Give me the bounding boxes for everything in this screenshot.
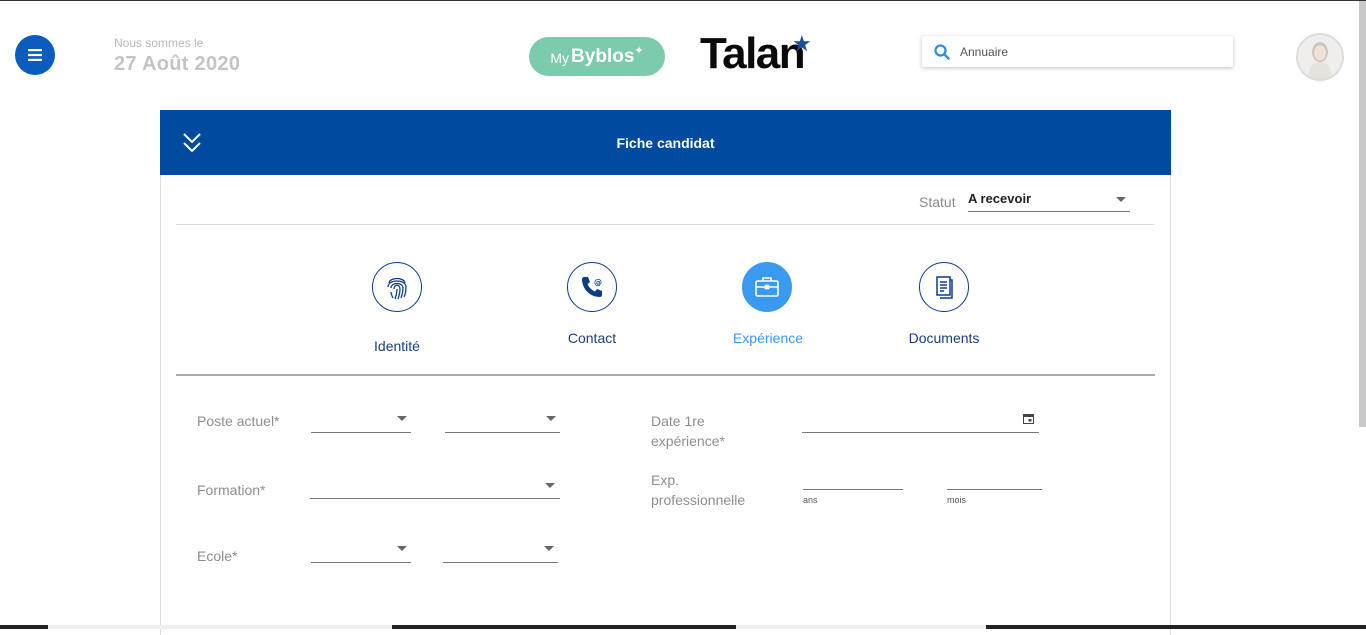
- ans-label: ans: [803, 495, 818, 505]
- step-contact[interactable]: @: [567, 262, 617, 312]
- exp-pro-label-line2: professionnelle: [651, 492, 746, 508]
- divider: [176, 224, 1155, 225]
- statut-select[interactable]: A recevoir: [968, 189, 1130, 212]
- field-underline: [803, 489, 903, 490]
- phone-icon: @: [567, 262, 617, 312]
- mybyblos-my: My: [550, 50, 570, 66]
- statut-label: Statut: [919, 194, 956, 210]
- briefcase-icon: [742, 262, 792, 312]
- avatar[interactable]: [1296, 33, 1344, 81]
- poste-actuel-select-1[interactable]: [311, 411, 411, 433]
- chevron-down-icon: [397, 546, 407, 551]
- field-underline: [802, 432, 1039, 433]
- chevron-down-icon: [397, 416, 407, 421]
- ecole-select-2[interactable]: [443, 541, 558, 563]
- chevron-down-icon: [1116, 197, 1126, 202]
- divider: [176, 374, 1155, 376]
- ecole-label: Ecole*: [197, 548, 238, 564]
- poste-actuel-select-2[interactable]: [445, 411, 560, 433]
- mybyblos-byblos: Byblos: [571, 45, 635, 67]
- poste-actuel-label: Poste actuel*: [197, 413, 280, 429]
- step-experience-label[interactable]: Expérience: [708, 330, 828, 346]
- hamburger-icon: [28, 49, 42, 61]
- formation-select[interactable]: [310, 477, 560, 499]
- user-photo-icon: [1298, 35, 1342, 79]
- chevron-down-icon: [546, 416, 556, 421]
- calendar-icon[interactable]: [1023, 413, 1034, 424]
- chevron-down-icon: [544, 546, 554, 551]
- page-scrollbar[interactable]: [1359, 1, 1366, 427]
- field-underline: [311, 562, 411, 563]
- date-experience-label-line2: expérience*: [651, 433, 725, 449]
- logo-star-icon: ★: [792, 31, 812, 56]
- taskbar-edge-segment: [48, 625, 392, 629]
- date-experience-label: Date 1re expérience*: [651, 411, 725, 451]
- step-contact-label[interactable]: Contact: [532, 330, 652, 346]
- field-underline: [310, 498, 560, 499]
- talan-logo: Talan: [700, 29, 806, 78]
- search-icon: [934, 43, 950, 60]
- mybyblos-button[interactable]: My Byblos ✦: [529, 37, 665, 76]
- search-input[interactable]: Annuaire: [922, 36, 1233, 67]
- chevron-down-icon: [545, 483, 555, 488]
- mois-label: mois: [947, 495, 967, 505]
- date-value: 27 Août 2020: [114, 53, 241, 75]
- step-identite-label[interactable]: Identité: [337, 338, 457, 354]
- menu-button[interactable]: [15, 35, 55, 75]
- field-underline: [443, 562, 558, 563]
- ecole-select-1[interactable]: [311, 541, 411, 563]
- exp-pro-label: Exp. professionnelle: [651, 470, 745, 510]
- taskbar-edge-segment: [736, 625, 986, 629]
- field-underline: [947, 489, 1042, 490]
- svg-text:@: @: [594, 278, 602, 287]
- field-underline: [445, 432, 560, 433]
- step-documents[interactable]: [919, 262, 969, 312]
- statut-value: A recevoir: [968, 191, 1032, 206]
- step-documents-label[interactable]: Documents: [884, 330, 1004, 346]
- date-experience-input[interactable]: [802, 411, 1039, 433]
- fingerprint-icon: [372, 262, 422, 312]
- date-experience-label-line1: Date 1re: [651, 413, 705, 429]
- field-underline: [311, 432, 411, 433]
- search-placeholder: Annuaire: [960, 44, 1009, 59]
- formation-label: Formation*: [197, 482, 266, 498]
- exp-mois-input[interactable]: [947, 468, 1042, 490]
- exp-ans-input[interactable]: [803, 468, 903, 490]
- date-label: Nous sommes le: [114, 36, 204, 50]
- panel-title: Fiche candidat: [616, 135, 715, 151]
- step-identite[interactable]: [372, 262, 422, 312]
- star-icon: ✦: [634, 45, 644, 57]
- document-icon: [919, 262, 969, 312]
- exp-pro-label-line1: Exp.: [651, 472, 680, 488]
- step-experience[interactable]: [742, 262, 792, 312]
